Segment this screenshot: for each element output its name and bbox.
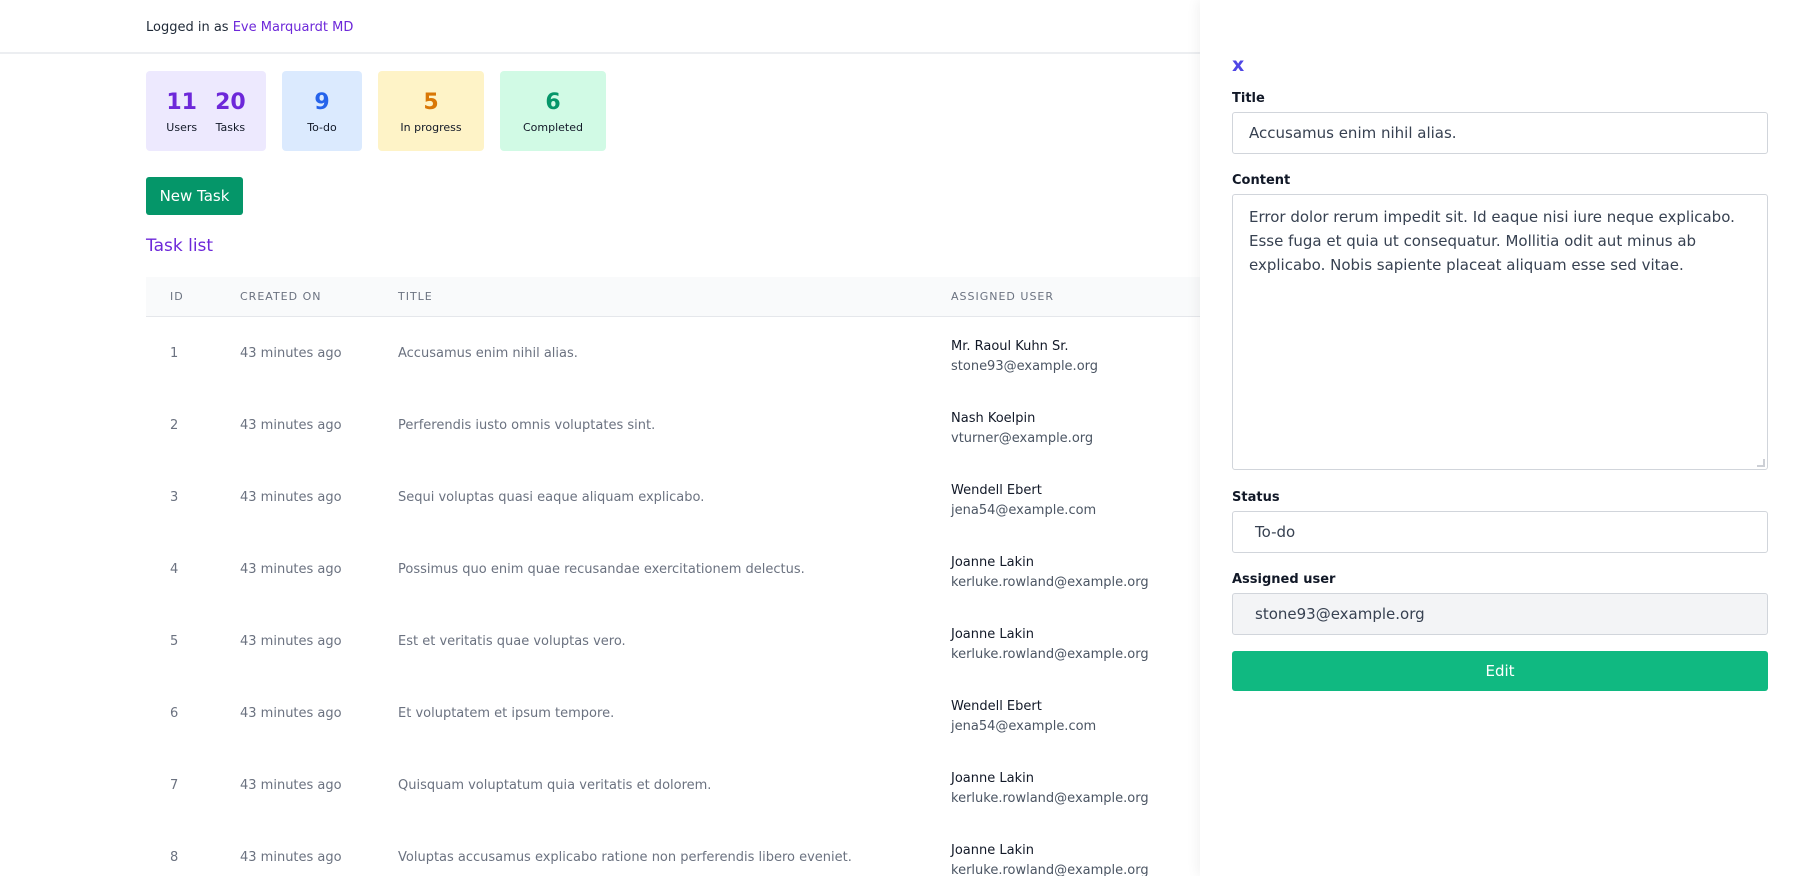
cell-assigned-user: Mr. Raoul Kuhn Sr. stone93@example.org	[951, 337, 1098, 377]
current-user-link[interactable]: Eve Marquardt MD	[233, 20, 354, 35]
cell-title: Et voluptatem et ipsum tempore.	[398, 706, 615, 721]
assigned-user-name: Wendell Ebert	[951, 699, 1042, 714]
stat-in-progress-label: In progress	[400, 120, 462, 134]
cell-assigned-user: Joanne Lakin kerluke.rowland@example.org	[951, 553, 1149, 593]
cell-title: Est et veritatis quae voluptas vero.	[398, 634, 626, 649]
stat-users: 11 Users	[166, 89, 197, 134]
stat-users-label: Users	[166, 120, 198, 134]
cell-id: 3	[170, 490, 179, 505]
stat-todo-value: 9	[314, 89, 330, 115]
cell-title: Possimus quo enim quae recusandae exerci…	[398, 562, 805, 577]
stat-completed-label: Completed	[523, 120, 583, 134]
assigned-user-email: kerluke.rowland@example.org	[951, 647, 1149, 662]
close-icon[interactable]: x	[1232, 54, 1244, 76]
table-row[interactable]: 7 43 minutes ago Quisquam voluptatum qui…	[146, 749, 1200, 821]
cell-title: Voluptas accusamus explicabo ratione non…	[398, 850, 852, 865]
cell-assigned-user: Wendell Ebert jena54@example.com	[951, 697, 1096, 737]
column-header-title: TITLE	[398, 290, 433, 303]
column-header-id: ID	[170, 290, 184, 303]
title-label: Title	[1232, 91, 1265, 106]
assigned-user-email: jena54@example.com	[951, 719, 1097, 734]
cell-id: 2	[170, 418, 179, 433]
assigned-user-email: vturner@example.org	[951, 431, 1094, 446]
assigned-user-select[interactable]: stone93@example.org	[1232, 593, 1768, 635]
cell-created: 43 minutes ago	[240, 346, 342, 361]
assigned-user-name: Wendell Ebert	[951, 483, 1042, 498]
cell-id: 7	[170, 778, 179, 793]
cell-title: Sequi voluptas quasi eaque aliquam expli…	[398, 490, 705, 505]
task-list-heading: Task list	[146, 236, 214, 256]
stats-row: 11 Users 20 Tasks 9 To-do 5 In progress …	[146, 71, 606, 151]
table-row[interactable]: 5 43 minutes ago Est et veritatis quae v…	[146, 605, 1200, 677]
cell-title: Accusamus enim nihil alias.	[398, 346, 578, 361]
stat-in-progress-value: 5	[423, 89, 439, 115]
table-row[interactable]: 1 43 minutes ago Accusamus enim nihil al…	[146, 317, 1200, 389]
stat-todo: 9 To-do	[282, 71, 362, 151]
cell-title: Perferendis iusto omnis voluptates sint.	[398, 418, 656, 433]
edit-button[interactable]: Edit	[1232, 651, 1768, 691]
assigned-user-name: Joanne Lakin	[951, 843, 1034, 858]
assigned-user-name: Mr. Raoul Kuhn Sr.	[951, 339, 1069, 354]
cell-title: Quisquam voluptatum quia veritatis et do…	[398, 778, 712, 793]
status-select[interactable]: To-do	[1232, 511, 1768, 553]
cell-created: 43 minutes ago	[240, 778, 342, 793]
stat-tasks: 20 Tasks	[215, 89, 246, 134]
cell-created: 43 minutes ago	[240, 418, 342, 433]
cell-created: 43 minutes ago	[240, 634, 342, 649]
status-label: Status	[1232, 490, 1280, 505]
cell-created: 43 minutes ago	[240, 490, 342, 505]
assigned-user-email: kerluke.rowland@example.org	[951, 791, 1149, 806]
stat-in-progress: 5 In progress	[378, 71, 484, 151]
content-label: Content	[1232, 173, 1291, 188]
cell-assigned-user: Joanne Lakin kerluke.rowland@example.org	[951, 769, 1149, 809]
table-header: ID CREATED ON TITLE ASSIGNED USER	[146, 277, 1200, 317]
edit-task-panel: x Title Accusamus enim nihil alias. Cont…	[1200, 0, 1794, 876]
stat-todo-label: To-do	[307, 120, 337, 134]
logged-in-prefix: Logged in as	[146, 20, 229, 35]
cell-created: 43 minutes ago	[240, 850, 342, 865]
assigned-user-email: stone93@example.org	[951, 359, 1099, 374]
content-textarea[interactable]: Error dolor rerum impedit sit. Id eaque …	[1232, 194, 1768, 470]
new-task-button[interactable]: New Task	[146, 177, 243, 215]
assigned-user-email: jena54@example.com	[951, 503, 1097, 518]
table-row[interactable]: 3 43 minutes ago Sequi voluptas quasi ea…	[146, 461, 1200, 533]
stat-tasks-value: 20	[215, 89, 246, 115]
cell-id: 4	[170, 562, 179, 577]
task-table: ID CREATED ON TITLE ASSIGNED USER 1 43 m…	[146, 277, 1200, 876]
column-header-created: CREATED ON	[240, 290, 322, 303]
cell-assigned-user: Nash Koelpin vturner@example.org	[951, 409, 1093, 449]
content-text: Error dolor rerum impedit sit. Id eaque …	[1249, 208, 1735, 274]
assigned-user-email: kerluke.rowland@example.org	[951, 575, 1149, 590]
cell-assigned-user: Joanne Lakin kerluke.rowland@example.org	[951, 625, 1149, 665]
cell-id: 5	[170, 634, 179, 649]
assigned-user-name: Joanne Lakin	[951, 627, 1034, 642]
assigned-user-name: Joanne Lakin	[951, 771, 1034, 786]
table-row[interactable]: 2 43 minutes ago Perferendis iusto omnis…	[146, 389, 1200, 461]
assigned-user-email: kerluke.rowland@example.org	[951, 863, 1149, 876]
table-row[interactable]: 6 43 minutes ago Et voluptatem et ipsum …	[146, 677, 1200, 749]
table-row[interactable]: 8 43 minutes ago Voluptas accusamus expl…	[146, 821, 1200, 876]
assigned-user-name: Joanne Lakin	[951, 555, 1034, 570]
cell-created: 43 minutes ago	[240, 562, 342, 577]
title-field[interactable]: Accusamus enim nihil alias.	[1232, 112, 1768, 154]
cell-id: 6	[170, 706, 179, 721]
stat-completed: 6 Completed	[500, 71, 606, 151]
cell-assigned-user: Wendell Ebert jena54@example.com	[951, 481, 1096, 521]
logged-in-info: Logged in as Eve Marquardt MD	[146, 20, 353, 35]
assigned-user-name: Nash Koelpin	[951, 411, 1036, 426]
table-row[interactable]: 4 43 minutes ago Possimus quo enim quae …	[146, 533, 1200, 605]
resize-handle-icon[interactable]	[1757, 459, 1765, 467]
cell-id: 8	[170, 850, 179, 865]
cell-assigned-user: Joanne Lakin kerluke.rowland@example.org	[951, 841, 1149, 876]
assigned-user-label: Assigned user	[1232, 572, 1336, 587]
stat-users-tasks: 11 Users 20 Tasks	[146, 71, 266, 151]
column-header-assigned-user: ASSIGNED USER	[951, 290, 1055, 303]
stat-users-value: 11	[166, 89, 197, 115]
cell-id: 1	[170, 346, 179, 361]
stat-completed-value: 6	[545, 89, 561, 115]
cell-created: 43 minutes ago	[240, 706, 342, 721]
stat-tasks-label: Tasks	[215, 120, 246, 134]
